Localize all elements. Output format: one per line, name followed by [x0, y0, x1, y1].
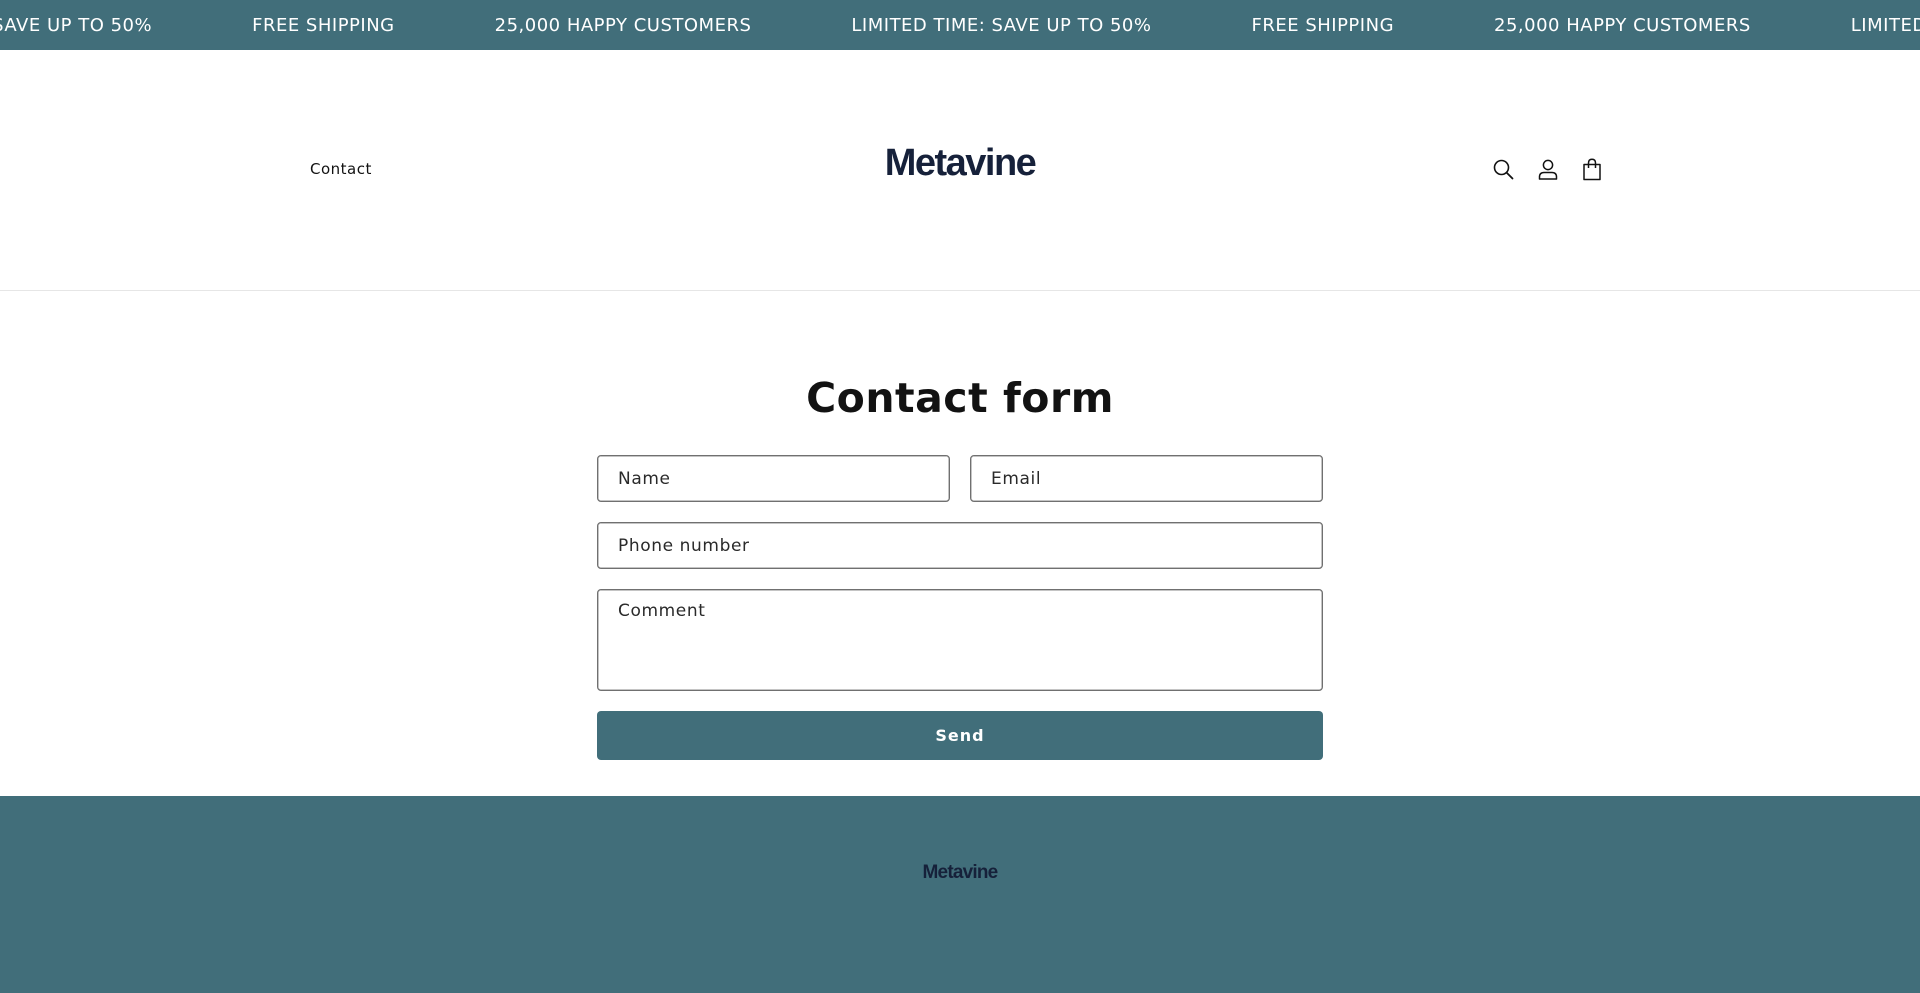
announcement-item: 25,000 HAPPY CUSTOMERS — [1494, 14, 1751, 36]
main-content: Contact form Send — [0, 292, 1920, 796]
name-input[interactable] — [598, 456, 949, 501]
announcement-item: FREE SHIPPING — [1251, 14, 1395, 36]
announcement-item: LIMITED TIME: SAVE UP TO 50% — [1850, 14, 1920, 36]
announcement-item: FREE SHIPPING — [252, 14, 395, 36]
comment-field-wrapper — [597, 589, 1323, 691]
email-input[interactable] — [971, 456, 1322, 501]
account-icon[interactable] — [1534, 153, 1561, 186]
footer-logo: Metavine — [0, 862, 1920, 884]
announcement-marquee: LIMITED TIME: SAVE UP TO 50% FREE SHIPPI… — [0, 0, 1920, 50]
announcement-bar: LIMITED TIME: SAVE UP TO 50% FREE SHIPPI… — [0, 0, 1920, 50]
comment-textarea[interactable] — [598, 590, 1322, 690]
logo-link[interactable]: Metavine — [885, 142, 1037, 184]
announcement-item: LIMITED TIME: SAVE UP TO 50% — [0, 14, 153, 36]
phone-field-wrapper — [597, 522, 1323, 569]
announcement-item: LIMITED TIME: SAVE UP TO 50% — [851, 14, 1152, 36]
nav-link-contact[interactable]: Contact — [310, 160, 372, 178]
site-footer: Metavine — [0, 796, 1920, 993]
phone-input[interactable] — [598, 523, 1322, 568]
site-header: Contact Metavine — [0, 50, 1920, 291]
announcement-item: 25,000 HAPPY CUSTOMERS — [494, 14, 752, 36]
footer-logo-link[interactable]: Metavine — [923, 862, 999, 883]
send-button[interactable]: Send — [597, 711, 1323, 760]
search-icon[interactable] — [1490, 153, 1517, 186]
site-logo: Metavine — [0, 142, 1920, 185]
page-title: Contact form — [806, 374, 1114, 422]
name-field-wrapper — [597, 455, 950, 502]
email-field-wrapper — [970, 455, 1323, 502]
header-icons — [1490, 153, 1605, 186]
cart-icon[interactable] — [1578, 153, 1605, 186]
